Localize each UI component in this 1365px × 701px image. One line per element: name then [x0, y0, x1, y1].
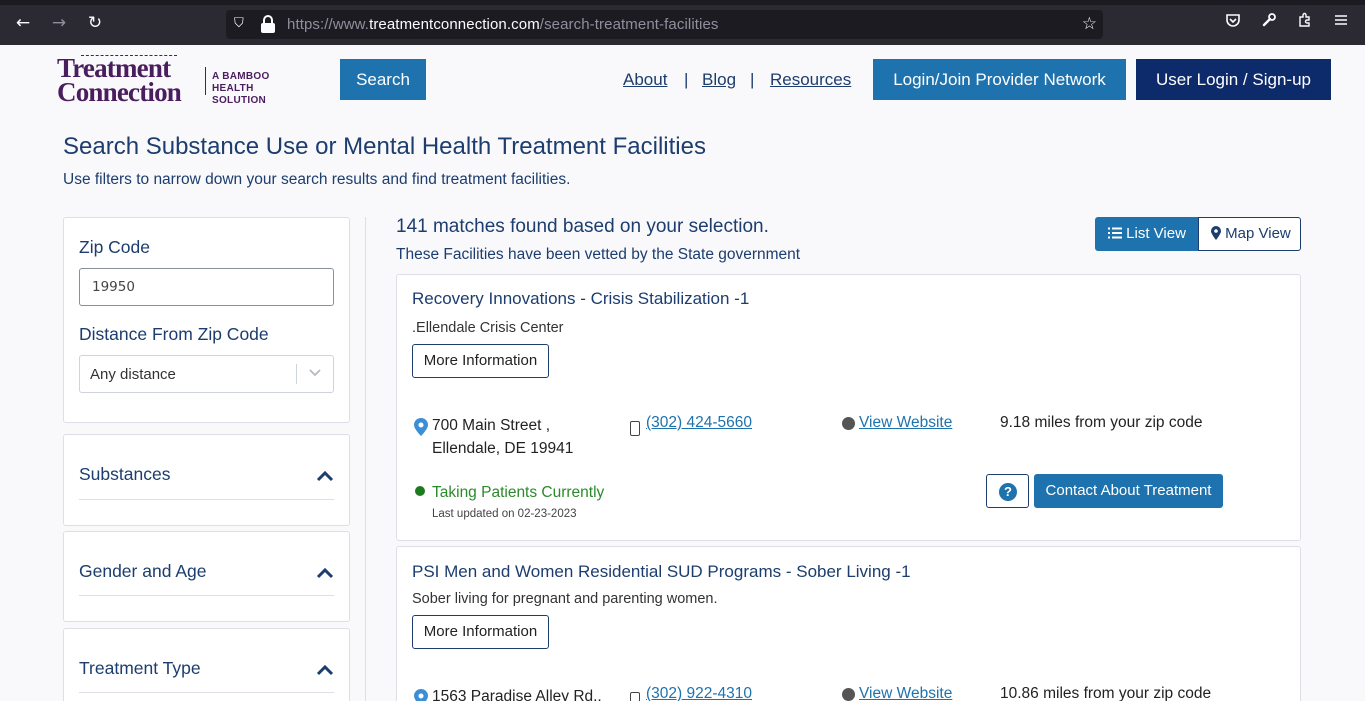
distance-label: Distance From Zip Code	[79, 324, 269, 344]
address-bar[interactable]: ⛉ https://www.treatmentconnection.com/se…	[226, 10, 1103, 39]
treatment-type-accordion[interactable]: Treatment Type	[63, 628, 350, 701]
globe-icon	[842, 417, 855, 430]
tracking-shield-icon[interactable]: ⛉	[234, 15, 248, 33]
location-filter-panel: Zip Code 19950 Distance From Zip Code An…	[63, 217, 350, 423]
distance-select[interactable]: Any distance	[79, 355, 334, 393]
distance-select-value: Any distance	[90, 366, 176, 383]
globe-icon	[842, 688, 855, 701]
question-icon: ?	[999, 483, 1017, 501]
gender-age-accordion[interactable]: Gender and Age	[63, 531, 350, 622]
substances-accordion[interactable]: Substances	[63, 434, 350, 526]
blog-link[interactable]: Blog	[702, 70, 736, 90]
page-title: Search Substance Use or Mental Health Tr…	[63, 133, 706, 160]
facility-phone-link[interactable]: (302) 922-4310	[646, 685, 752, 701]
facility-name[interactable]: Recovery Innovations - Crisis Stabilizat…	[412, 289, 749, 309]
facility-distance: 10.86 miles from your zip code	[1000, 685, 1212, 701]
more-information-button[interactable]: More Information	[412, 344, 549, 378]
resources-link[interactable]: Resources	[770, 70, 851, 90]
facility-card: PSI Men and Women Residential SUD Progra…	[396, 546, 1301, 701]
view-toggle: List View Map View	[1095, 217, 1301, 251]
accordion-divider	[79, 692, 334, 693]
phone-icon	[630, 421, 640, 436]
select-separator	[296, 364, 297, 384]
lock-icon[interactable]	[261, 15, 275, 33]
chevron-down-icon[interactable]	[308, 365, 322, 379]
extensions-icon[interactable]	[1295, 12, 1315, 32]
forward-arrow-icon[interactable]: →	[49, 13, 69, 33]
column-divider	[365, 217, 366, 701]
zip-code-input[interactable]: 19950	[79, 268, 334, 306]
facility-address: 700 Main Street , Ellendale, DE 19941	[432, 417, 574, 457]
zip-code-label: Zip Code	[79, 237, 151, 257]
list-view-button[interactable]: List View	[1095, 217, 1198, 251]
url-host: treatmentconnection.com	[369, 16, 540, 33]
accordion-divider	[79, 499, 334, 500]
pocket-icon[interactable]	[1223, 12, 1243, 32]
user-login-button[interactable]: User Login / Sign-up	[1136, 59, 1331, 100]
page-subtitle: Use filters to narrow down your search r…	[63, 171, 571, 188]
status-dot-icon	[415, 486, 425, 496]
availability-status: Taking Patients Currently	[432, 484, 605, 501]
results-count: 141 matches found based on your selectio…	[396, 216, 769, 237]
about-link[interactable]: About	[623, 70, 667, 90]
accordion-title-substances[interactable]: Substances	[79, 464, 170, 485]
facility-distance: 9.18 miles from your zip code	[1000, 414, 1203, 431]
location-pin-icon	[414, 418, 428, 436]
search-button[interactable]: Search	[340, 59, 426, 100]
map-view-button[interactable]: Map View	[1198, 217, 1301, 251]
facility-phone-link[interactable]: (302) 424-5660	[646, 414, 752, 432]
provider-network-button[interactable]: Login/Join Provider Network	[873, 59, 1126, 100]
reload-icon[interactable]: ↻	[85, 13, 105, 33]
facility-name[interactable]: PSI Men and Women Residential SUD Progra…	[412, 562, 911, 582]
accordion-title-treatment-type[interactable]: Treatment Type	[79, 658, 201, 679]
accordion-divider	[79, 595, 334, 596]
url-prefix: https://www.	[287, 16, 370, 33]
tab-strip	[0, 0, 1365, 5]
logo-divider	[205, 67, 206, 95]
chevron-up-icon[interactable]	[316, 566, 334, 580]
list-icon	[1108, 227, 1122, 239]
accordion-title-gender-age[interactable]: Gender and Age	[79, 561, 206, 582]
logo-tagline: A BAMBOO HEALTH SOLUTION	[212, 71, 270, 106]
facility-description: Sober living for pregnant and parenting …	[412, 591, 718, 607]
wrench-icon[interactable]	[1259, 12, 1279, 32]
view-website-link[interactable]: View Website	[859, 685, 952, 701]
help-button[interactable]: ?	[986, 474, 1029, 508]
url-path: /search-treatment-facilities	[539, 16, 719, 33]
phone-icon	[630, 692, 640, 701]
nav-separator: |	[684, 70, 689, 89]
view-website-link[interactable]: View Website	[859, 414, 952, 432]
treatment-connection-logo[interactable]: Treatment Connection A BAMBOO HEALTH SOL…	[57, 53, 307, 109]
url-text[interactable]: https://www.treatmentconnection.com/sear…	[287, 16, 719, 33]
last-updated: Last updated on 02-23-2023	[432, 508, 577, 520]
logo-wordmark: Treatment Connection	[57, 53, 182, 107]
contact-about-treatment-button[interactable]: Contact About Treatment	[1034, 474, 1223, 508]
facility-card: Recovery Innovations - Crisis Stabilizat…	[396, 274, 1301, 541]
location-pin-icon	[414, 689, 428, 701]
chevron-up-icon[interactable]	[316, 663, 334, 677]
bookmark-star-icon[interactable]: ☆	[1082, 14, 1097, 34]
browser-toolbar: ← → ↻ ⛉ https://www.treatmentconnection.…	[0, 0, 1365, 45]
chevron-up-icon[interactable]	[316, 469, 334, 483]
vetted-notice: These Facilities have been vetted by the…	[396, 246, 801, 263]
nav-separator: |	[750, 70, 755, 89]
map-pin-icon	[1211, 226, 1221, 240]
back-arrow-icon[interactable]: ←	[13, 13, 33, 33]
menu-icon[interactable]	[1331, 12, 1351, 32]
facility-description: .Ellendale Crisis Center	[412, 320, 564, 336]
more-information-button[interactable]: More Information	[412, 615, 549, 649]
facility-address: 1563 Paradise Alley Rd.,	[432, 688, 602, 701]
